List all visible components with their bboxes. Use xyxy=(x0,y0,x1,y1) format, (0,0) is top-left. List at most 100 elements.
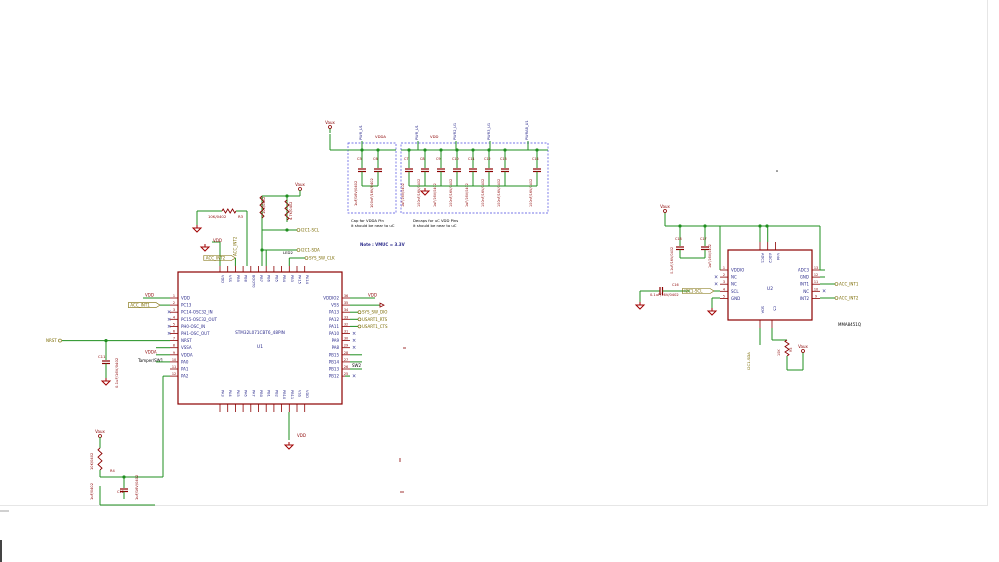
u1-pin-name: PB10 xyxy=(282,390,286,400)
no-connect-mark: × xyxy=(167,324,171,330)
r2-value: 4.7K/0402 xyxy=(289,202,293,220)
u1-pin-name: PA4 xyxy=(228,390,232,397)
u1-pin-name: NRST xyxy=(181,338,192,343)
u1-pin-number: 30 xyxy=(344,337,348,341)
power-label: Vaux xyxy=(660,204,670,209)
u1-pin-name: PB14 xyxy=(329,359,340,364)
power-label: Vaux xyxy=(325,120,335,125)
c6-value: 100nF/16V/0402 xyxy=(370,178,374,208)
vdd-note-box xyxy=(400,142,549,214)
vaux-decap-flag: Vaux xyxy=(325,120,336,133)
u1-pin-number: 35 xyxy=(344,301,348,305)
u2-pin-name: VDDIO xyxy=(731,268,744,273)
u1-pin-name: PA3 xyxy=(221,390,225,397)
label-text: ACC_INT2 xyxy=(839,296,859,301)
u1-pin-number: 32 xyxy=(344,322,348,326)
vdd-note-line2: it should be near to uC xyxy=(413,223,457,228)
u1-pin-name: PA8 xyxy=(332,345,340,350)
u1-pin-number: 5 xyxy=(173,322,175,326)
u1-pin-name: PB9 xyxy=(236,275,240,283)
u2-sda-label: I2C1-SDA xyxy=(746,352,751,370)
u1-pin-name: PA1 xyxy=(181,367,189,372)
label-text: I2C1-SDA xyxy=(301,248,320,253)
decap-value: 100nF/16V/0402 xyxy=(417,179,421,207)
u1-pin-name: PA11 xyxy=(329,324,339,329)
u2-pin-name: INT2 xyxy=(800,296,810,301)
u2-pin-name: INT1 xyxy=(800,282,810,287)
no-connect-mark: × xyxy=(822,289,826,295)
left-edge-bar xyxy=(0,540,2,562)
c16-ref: C16 xyxy=(672,283,679,287)
u1-pin-number: 26 xyxy=(344,365,348,369)
r3-ground xyxy=(191,225,203,233)
u1-pin-name: VSS xyxy=(298,390,302,398)
u1-ref: U1 xyxy=(257,344,263,350)
u2-pin-name: ADC1 xyxy=(761,253,765,263)
decap-capacitor xyxy=(485,168,493,173)
decap-ref: C13 xyxy=(500,157,507,161)
u1-pin-number: 33 xyxy=(344,315,348,319)
label-text: USART1_CTS xyxy=(362,324,388,329)
u1-pin-name: BOOT0 xyxy=(251,275,255,288)
c5-value: 1uF/16V/0402 xyxy=(354,181,358,206)
u1-pin-name: PA6 xyxy=(244,390,248,397)
sw2-label: SW2 xyxy=(352,363,361,368)
u1-pin-name: VSSA xyxy=(181,345,192,350)
u2-pin-number: 2 xyxy=(723,273,725,277)
u1-pin-name: PB5 xyxy=(274,275,278,282)
c6-capacitor xyxy=(374,168,382,173)
u1-pin-number: 4 xyxy=(173,315,175,319)
u1-pin-name: VDD xyxy=(221,275,225,283)
u2-acc-int1-label: ACC_INT1 xyxy=(834,282,859,287)
c5-ref: C5 xyxy=(357,157,362,161)
u1-pin-name: PA13 xyxy=(329,310,339,315)
label-bubble xyxy=(304,256,309,260)
no-connect-mark: × xyxy=(167,310,171,316)
u1-pin-number: 28 xyxy=(344,351,348,355)
pwr-tag: PWR3_U1 xyxy=(487,123,491,140)
u2-pin-number: 3 xyxy=(723,280,725,284)
sys-swdio-label: SYS_SW_DIO xyxy=(357,310,387,315)
u1-pin-name: PH1-OSC_OUT xyxy=(181,331,210,336)
u1-pin-number: 34 xyxy=(344,308,348,312)
u2-pin-name: Vdd xyxy=(776,253,780,260)
u2-pin-number: 12 xyxy=(814,273,818,277)
u1-pin-name: PC13 xyxy=(181,303,192,308)
u2-pin-name: ADC3 xyxy=(798,268,810,273)
r4-resistor xyxy=(97,447,103,471)
pullup-junction xyxy=(285,194,289,198)
usart1-cts-label: USART1_CTS xyxy=(357,324,388,329)
vdd-net-label: VDD xyxy=(145,293,154,298)
ground-triangle xyxy=(191,227,203,233)
decap-capacitor xyxy=(501,168,509,173)
u2-pin-number: 9 xyxy=(815,294,817,298)
pwr-u1-tag: PWR_U1 xyxy=(359,125,363,140)
decap-capacitor xyxy=(533,168,541,173)
u1-pin-name: PA7 xyxy=(251,390,255,397)
led2-label: LED2 xyxy=(283,250,293,255)
u2-pin-name: ADC2 xyxy=(768,253,772,263)
no-connect-mark: × xyxy=(352,345,356,351)
decap-ref: C11 xyxy=(468,157,475,161)
u1-pin-name: PB0 xyxy=(259,390,263,398)
decap-capacitor xyxy=(421,168,429,173)
decap-ref: C12 xyxy=(484,157,491,161)
usart1-rts-label: USART1_RTS xyxy=(357,317,388,322)
u2-pin-name: NC xyxy=(731,275,737,280)
decap-value: 1uF/16V/0402 xyxy=(465,183,469,207)
label-text: ACC_INT1 xyxy=(130,303,150,308)
u2-pin-name: C5 xyxy=(773,306,777,311)
u1-pin-name: VSS xyxy=(228,275,232,283)
u2-pin-number: 10 xyxy=(814,287,818,291)
r1-value: 10K/0402 xyxy=(262,197,266,214)
u1-pin-name: PA9 xyxy=(332,338,340,343)
c17-ref: C17 xyxy=(700,237,707,241)
c11-ref: C11 xyxy=(98,354,106,359)
decap-ref: C9 xyxy=(436,157,441,161)
sda-junction xyxy=(260,248,264,252)
u1-pin-name: PB2 xyxy=(274,390,278,397)
pwr-tag: PWR2_U1 xyxy=(453,123,457,140)
c12-value: 1uF/16V/0402 xyxy=(135,475,139,500)
u1-pin-name: PB8 xyxy=(244,275,248,283)
vdd-tag: VDD xyxy=(430,134,439,139)
